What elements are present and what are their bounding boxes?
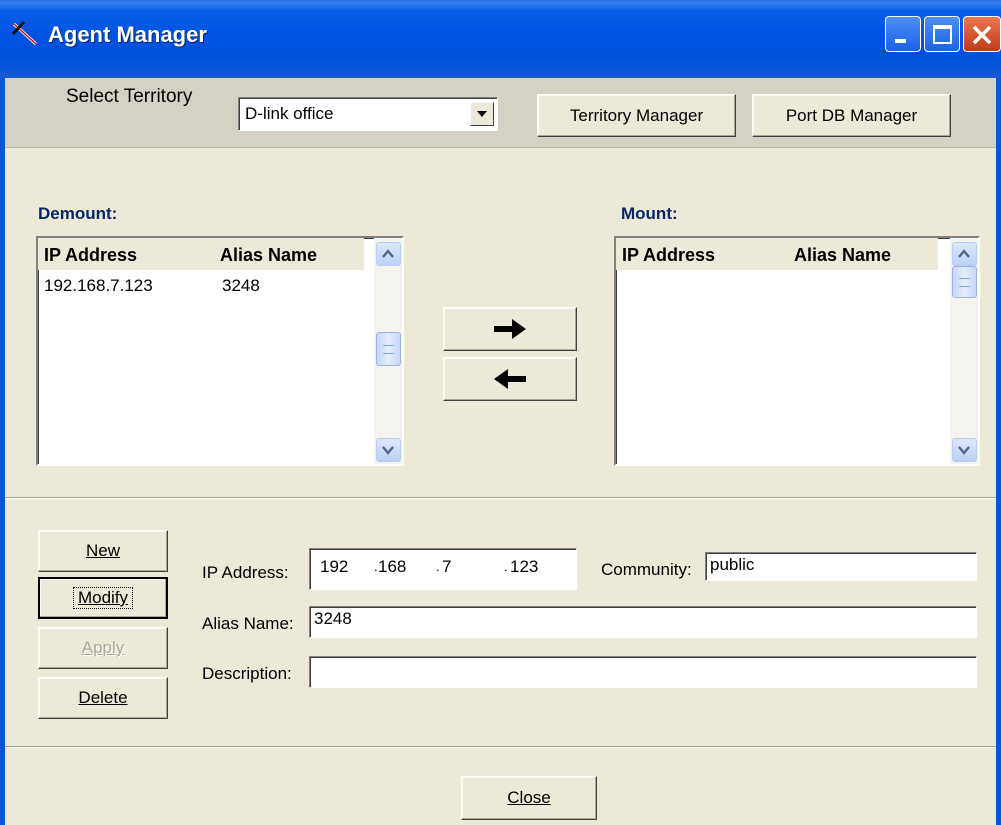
scroll-up-button[interactable] [952, 242, 977, 266]
territory-select[interactable]: D-link office [238, 97, 498, 131]
mount-col-ip[interactable]: IP Address [622, 245, 715, 266]
mount-scrollbar[interactable] [950, 238, 978, 464]
description-field[interactable] [309, 656, 977, 688]
ip-octet-3[interactable]: 7 [442, 557, 451, 577]
minimize-icon [895, 39, 906, 43]
arrow-right-icon [494, 319, 526, 339]
ip-address-field[interactable]: 192 . 168 . 7 . 123 [309, 548, 577, 590]
mount-selected-button[interactable] [443, 307, 577, 351]
ip-dot: . [504, 559, 508, 574]
description-label: Description: [202, 664, 292, 683]
new-button[interactable]: New [38, 530, 168, 572]
window-frame-right [996, 78, 1001, 825]
territory-dropdown-button[interactable] [470, 102, 494, 126]
divider [5, 497, 996, 499]
close-label: Close [507, 788, 551, 807]
divider [5, 746, 996, 748]
demount-list[interactable]: IP Address Alias Name 192.168.7.123 3248 [36, 236, 404, 466]
ip-octet-1[interactable]: 192 [320, 557, 348, 577]
maximize-icon [933, 25, 952, 44]
community-label: Community: [601, 560, 692, 579]
chevron-down-icon [958, 446, 970, 455]
mount-label: Mount: [621, 204, 678, 223]
territory-select-value: D-link office [245, 104, 334, 123]
demount-col-alias[interactable]: Alias Name [220, 245, 317, 266]
chevron-down-icon [382, 446, 394, 455]
maximize-button[interactable] [924, 16, 960, 52]
territory-manager-label: Territory Manager [569, 105, 704, 125]
scroll-thumb[interactable] [376, 332, 401, 366]
chevron-up-icon [958, 249, 970, 258]
community-field[interactable]: public [705, 552, 977, 581]
scroll-down-button[interactable] [952, 438, 977, 462]
alias-name-value: 3248 [314, 609, 352, 628]
demount-label: Demount: [38, 204, 118, 223]
port-db-manager-button[interactable]: Port DB Manager [752, 94, 951, 137]
close-window-button[interactable] [963, 16, 1001, 52]
close-button[interactable]: Close [461, 776, 597, 820]
scroll-down-button[interactable] [376, 438, 401, 462]
minimize-button[interactable] [885, 16, 921, 52]
territory-manager-button[interactable]: Territory Manager [537, 94, 736, 137]
mount-col-alias[interactable]: Alias Name [794, 245, 891, 266]
alias-name-field[interactable]: 3248 [309, 606, 977, 638]
table-row[interactable]: 192.168.7.123 3248 [38, 272, 364, 298]
demount-selected-button[interactable] [443, 357, 577, 401]
delete-label: Delete [78, 688, 128, 707]
ip-octet-4[interactable]: 123 [510, 557, 538, 577]
ip-address-label: IP Address: [202, 563, 289, 582]
arrow-left-icon [494, 369, 526, 389]
port-db-manager-label: Port DB Manager [785, 105, 918, 125]
window-frame-left [0, 78, 5, 825]
row-ip: 192.168.7.123 [44, 276, 153, 295]
community-value: public [710, 555, 755, 574]
apply-label: Apply [81, 638, 125, 657]
apply-button[interactable]: Apply [38, 627, 168, 669]
scroll-up-button[interactable] [376, 242, 401, 266]
mount-list[interactable]: IP Address Alias Name [614, 236, 980, 466]
delete-button[interactable]: Delete [38, 677, 168, 719]
chevron-up-icon [382, 249, 394, 258]
mount-list-header: IP Address Alias Name [616, 238, 938, 270]
window-title: Agent Manager [48, 22, 207, 47]
chevron-down-icon [477, 111, 487, 117]
modify-label: Modify [77, 588, 129, 607]
ip-octet-2[interactable]: 168 [378, 557, 406, 577]
close-icon [972, 25, 992, 45]
scroll-thumb[interactable] [952, 266, 977, 298]
demount-col-ip[interactable]: IP Address [44, 245, 137, 266]
satellite-app-icon [11, 20, 38, 46]
new-label: New [85, 541, 120, 560]
select-territory-label: Select Territory [66, 86, 193, 107]
row-alias: 3248 [222, 276, 260, 295]
demount-scrollbar[interactable] [374, 238, 402, 464]
modify-button[interactable]: Modify [38, 577, 168, 619]
demount-list-header: IP Address Alias Name [38, 238, 364, 270]
ip-dot: . [436, 559, 440, 574]
alias-name-label: Alias Name: [202, 614, 294, 633]
